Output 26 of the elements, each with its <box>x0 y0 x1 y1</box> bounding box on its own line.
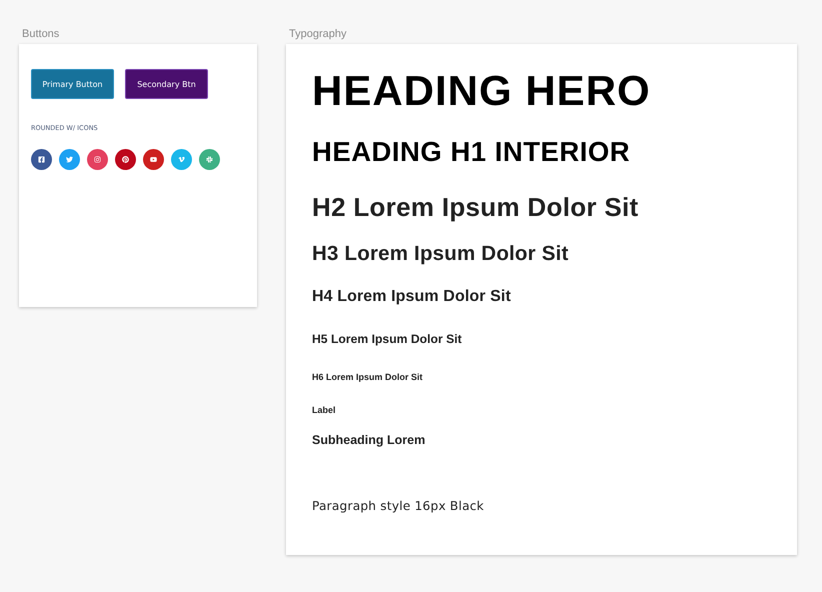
heading-sample: Label <box>312 405 336 415</box>
vimeo-icon <box>178 156 185 163</box>
instagram-icon <box>94 156 101 163</box>
heading-sample: H2 Lorem Ipsum Dolor Sit <box>312 192 638 222</box>
primary-button[interactable]: Primary Button <box>31 69 114 99</box>
facebook-icon <box>38 156 45 163</box>
social-button[interactable] <box>87 149 108 170</box>
panel-title: Typography <box>288 27 346 42</box>
social-button[interactable] <box>31 149 52 170</box>
heading-sample: H3 Lorem Ipsum Dolor Sit <box>312 242 569 266</box>
panel-title: Buttons <box>21 27 60 42</box>
slack-icon <box>206 156 213 163</box>
social-button[interactable] <box>115 149 136 170</box>
social-button[interactable] <box>59 149 80 170</box>
secondary-button[interactable]: Secondary Btn <box>125 69 208 99</box>
social-button[interactable] <box>143 149 164 170</box>
heading-sample: H4 Lorem Ipsum Dolor Sit <box>312 288 511 306</box>
heading-sample: H5 Lorem Ipsum Dolor Sit <box>312 332 462 346</box>
paragraph-sample: Paragraph style 16px Black <box>312 499 484 513</box>
youtube-icon <box>150 156 157 163</box>
pinterest-icon <box>122 156 129 163</box>
heading-sample: HEADING H1 INTERIOR <box>312 136 630 168</box>
heading-sample: HEADING HERO <box>312 66 651 115</box>
twitter-icon <box>66 156 73 163</box>
heading-sample: H6 Lorem Ipsum Dolor Sit <box>312 372 423 382</box>
heading-sample: Subheading Lorem <box>312 433 426 447</box>
